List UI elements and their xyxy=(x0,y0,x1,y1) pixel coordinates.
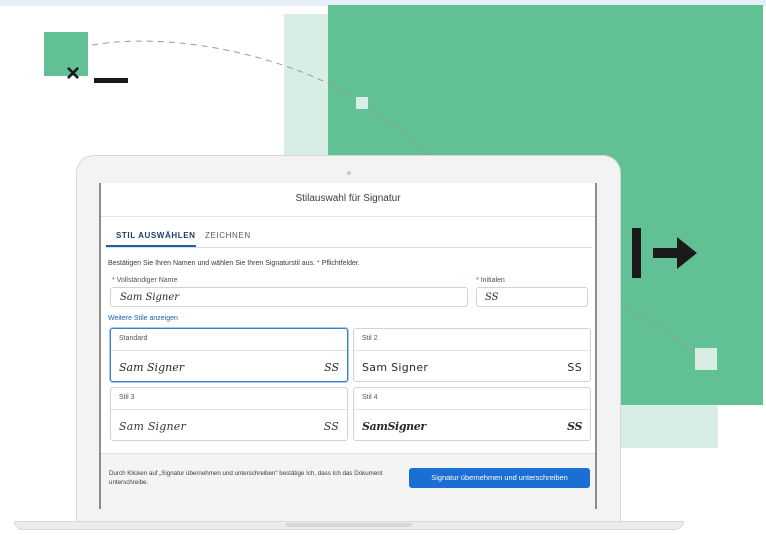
divider xyxy=(101,216,595,217)
tab-draw[interactable]: ZEICHNEN xyxy=(205,231,251,240)
tab-select-style[interactable]: STIL AUSWÄHLEN xyxy=(116,231,196,240)
initials-preview: SS xyxy=(324,361,339,374)
initials-preview: SS xyxy=(323,420,339,433)
style-card-label: Stil 4 xyxy=(354,388,590,410)
dialog-title: Stilauswahl für Signatur xyxy=(295,193,401,204)
divider xyxy=(106,247,592,248)
style-card-standard[interactable]: Standard Sam Signer SS xyxy=(110,328,348,382)
style-card-4[interactable]: Stil 4 SamSigner SS xyxy=(353,387,591,441)
signature-preview: Sam Signer xyxy=(119,361,184,374)
initials-preview: SS xyxy=(567,361,582,374)
more-styles-link[interactable]: Weitere Stile anzeigen xyxy=(108,315,178,322)
initials-label: * Initialen xyxy=(476,277,505,284)
signature-dialog: Stilauswahl für Signatur STIL AUSWÄHLEN … xyxy=(99,183,597,509)
signature-preview: Sam Signer xyxy=(362,361,429,374)
style-card-3[interactable]: Stil 3 Sam Signer SS xyxy=(110,387,348,441)
sign-bar-icon xyxy=(632,228,641,278)
decorative-small-square xyxy=(695,348,717,370)
adopt-and-sign-button[interactable]: Signatur übernehmen und unterschreiben xyxy=(409,468,590,488)
arrow-right-icon xyxy=(653,237,697,269)
camera-icon xyxy=(347,171,351,175)
signature-line-icon xyxy=(94,78,128,83)
consent-text: Durch Klicken auf „Signatur übernehmen u… xyxy=(109,470,383,486)
instructions-text: Bestätigen Sie Ihren Namen und wählen Si… xyxy=(108,260,360,267)
style-card-label: Stil 2 xyxy=(354,329,590,351)
signature-preview: SamSigner xyxy=(362,420,426,433)
style-card-label: Stil 3 xyxy=(111,388,347,410)
style-card-label: Standard xyxy=(111,329,347,351)
signature-preview: Sam Signer xyxy=(119,420,186,433)
decorative-small-square xyxy=(356,97,368,109)
cross-icon: × xyxy=(66,60,81,87)
dialog-footer: Durch Klicken auf „Signatur übernehmen u… xyxy=(101,453,595,509)
full-name-label: * Vollständiger Name xyxy=(112,277,178,284)
full-name-input[interactable] xyxy=(110,287,468,307)
style-card-2[interactable]: Stil 2 Sam Signer SS xyxy=(353,328,591,382)
laptop-notch xyxy=(285,523,413,527)
initials-input[interactable] xyxy=(476,287,588,307)
initials-preview: SS xyxy=(567,420,582,433)
